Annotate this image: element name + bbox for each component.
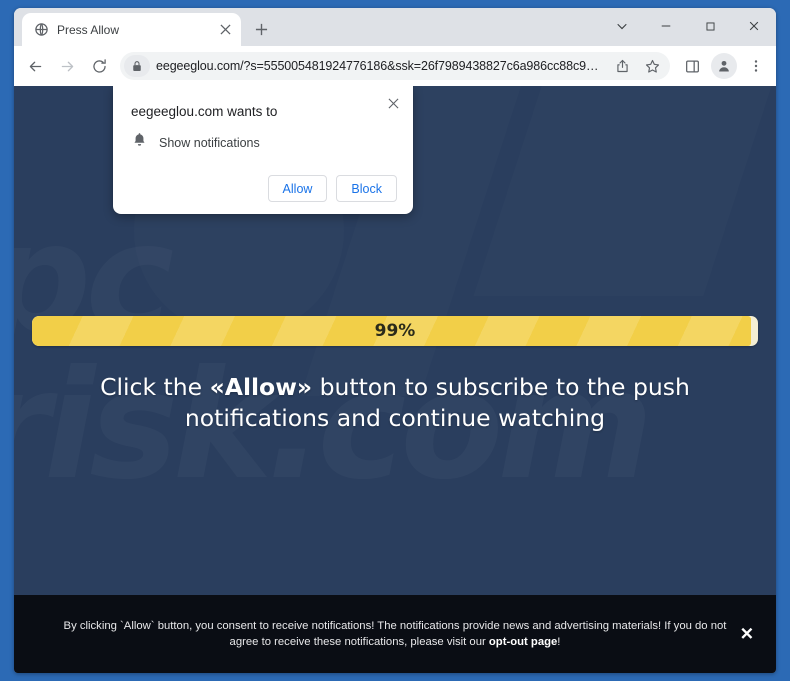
dialog-permission-label: Show notifications bbox=[159, 135, 260, 150]
reload-button[interactable] bbox=[84, 51, 114, 81]
back-button[interactable] bbox=[20, 51, 50, 81]
tab-title: Press Allow bbox=[57, 22, 120, 37]
page-headline: Click the «Allow» button to subscribe to… bbox=[48, 372, 742, 434]
opt-out-link[interactable]: opt-out page bbox=[489, 636, 557, 648]
consent-close-icon[interactable]: ✕ bbox=[740, 626, 754, 643]
share-icon[interactable] bbox=[610, 54, 634, 78]
progress-bar: 99% bbox=[32, 316, 758, 346]
maximize-button[interactable] bbox=[688, 8, 732, 44]
consent-bar: By clicking `Allow` button, you consent … bbox=[14, 595, 776, 673]
address-bar[interactable]: eegeeglou.com/?s=555005481924776186&ssk=… bbox=[120, 52, 670, 80]
forward-button[interactable] bbox=[52, 51, 82, 81]
dialog-title: eegeeglou.com wants to bbox=[131, 104, 278, 119]
headline-prefix: Click the bbox=[100, 373, 210, 401]
consent-text-part1: By clicking `Allow` button, you consent … bbox=[63, 619, 727, 648]
block-button[interactable]: Block bbox=[336, 175, 397, 202]
allow-button[interactable]: Allow bbox=[267, 175, 328, 202]
window-controls bbox=[600, 8, 776, 44]
browser-toolbar: eegeeglou.com/?s=555005481924776186&ssk=… bbox=[14, 46, 776, 86]
minimize-button[interactable] bbox=[644, 8, 688, 44]
dialog-close-icon[interactable] bbox=[383, 93, 403, 113]
close-window-button[interactable] bbox=[732, 8, 776, 44]
tab-close-icon[interactable] bbox=[217, 22, 233, 38]
browser-tab[interactable]: Press Allow bbox=[22, 13, 241, 46]
headline-emphasis: «Allow» bbox=[209, 373, 313, 401]
dialog-actions: Allow Block bbox=[129, 175, 397, 202]
side-panel-icon[interactable] bbox=[678, 52, 706, 80]
progress-percent-label: 99% bbox=[374, 321, 416, 341]
site-watermark: pc risk.com bbox=[14, 206, 776, 500]
consent-text: By clicking `Allow` button, you consent … bbox=[50, 618, 740, 651]
tab-search-icon[interactable] bbox=[600, 8, 644, 44]
new-tab-button[interactable] bbox=[247, 15, 275, 43]
star-icon[interactable] bbox=[640, 54, 664, 78]
profile-avatar-icon[interactable] bbox=[711, 53, 737, 79]
lock-icon[interactable] bbox=[124, 55, 150, 77]
consent-text-part2: ! bbox=[557, 636, 561, 648]
url-text: eegeeglou.com/?s=555005481924776186&ssk=… bbox=[156, 59, 604, 73]
page-viewport: pc risk.com 99% Click the «Allow» button… bbox=[14, 86, 776, 673]
browser-window: Press Allow eegeeglou.com/?s=55500548192… bbox=[14, 8, 776, 673]
bell-icon bbox=[132, 132, 147, 153]
globe-icon bbox=[33, 22, 49, 38]
dialog-permission-row: Show notifications bbox=[132, 132, 397, 153]
notification-permission-dialog: eegeeglou.com wants to Show notification… bbox=[113, 86, 413, 214]
browser-frame: Press Allow eegeeglou.com/?s=55500548192… bbox=[0, 0, 790, 681]
background-swoosh-2 bbox=[473, 86, 776, 296]
tab-strip: Press Allow bbox=[14, 8, 776, 46]
three-dot-menu-icon[interactable] bbox=[742, 52, 770, 80]
